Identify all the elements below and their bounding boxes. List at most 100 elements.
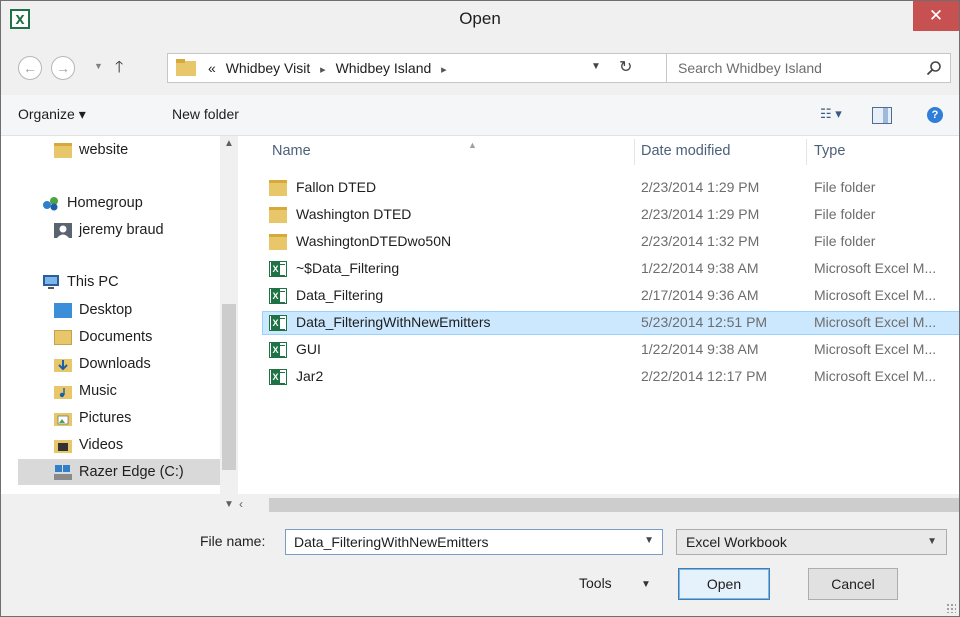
back-arrow-icon: ←: [23, 60, 37, 76]
address-bar[interactable]: « Whidbey Visit ▸ Whidbey Island ▸ ▼ ↻: [167, 53, 667, 83]
forward-arrow-icon: →: [56, 60, 70, 76]
scroll-up-icon[interactable]: ▲: [224, 138, 234, 149]
file-row[interactable]: WashingtonDTEDwo50N 2/23/2014 1:32 PM Fi…: [263, 230, 959, 254]
tools-dropdown-icon[interactable]: ▼: [641, 579, 651, 590]
homegroup-icon: [43, 196, 58, 210]
file-type: Microsoft Excel M...: [814, 368, 937, 384]
column-header-type[interactable]: Type: [814, 143, 845, 159]
file-name: ~$Data_Filtering: [296, 260, 400, 276]
new-folder-button[interactable]: New folder: [172, 106, 239, 122]
file-type: Microsoft Excel M...: [814, 287, 937, 303]
search-input[interactable]: Search Whidbey Island: [678, 60, 822, 76]
help-icon[interactable]: ?: [927, 107, 943, 123]
file-name: Jar2: [296, 368, 324, 384]
drive-icon: [54, 464, 72, 480]
nav-item-website[interactable]: website: [54, 138, 128, 162]
nav-item-downloads[interactable]: Downloads: [54, 352, 151, 376]
file-name: GUI: [296, 341, 321, 357]
nav-item-jeremy-braud[interactable]: jeremy braud: [54, 218, 164, 242]
search-box[interactable]: Search Whidbey Island: [666, 53, 951, 83]
search-icon[interactable]: [926, 60, 942, 76]
excel-file-icon: [269, 342, 287, 358]
nav-item-label: Music: [79, 383, 117, 399]
file-date: 5/23/2014 12:51 PM: [641, 314, 768, 330]
scroll-left-icon[interactable]: ‹: [239, 497, 243, 511]
nav-item-razer-edge[interactable]: Razer Edge (C:): [18, 459, 220, 485]
file-type: Microsoft Excel M...: [814, 260, 937, 276]
file-name: WashingtonDTEDwo50N: [296, 233, 452, 249]
file-name: Washington DTED: [296, 206, 412, 222]
cancel-button-label: Cancel: [831, 576, 875, 592]
file-type: File folder: [814, 179, 876, 195]
file-row[interactable]: ~$Data_Filtering 1/22/2014 9:38 AM Micro…: [263, 257, 959, 281]
scrollbar-thumb[interactable]: [269, 498, 959, 512]
file-name-input[interactable]: [292, 533, 636, 551]
back-button[interactable]: ←: [18, 56, 42, 80]
breadcrumb-item-whidbey-visit[interactable]: Whidbey Visit: [226, 60, 311, 76]
file-list-horizontal-scrollbar[interactable]: ‹: [237, 495, 959, 515]
breadcrumb-separator-icon[interactable]: ▸: [320, 64, 326, 76]
file-name-label: File name:: [200, 533, 266, 549]
column-header-name[interactable]: Name ▲: [272, 140, 477, 159]
nav-item-homegroup[interactable]: Homegroup: [42, 191, 143, 215]
file-date: 2/17/2014 9:36 AM: [641, 287, 759, 303]
chevron-down-icon[interactable]: ▼: [644, 535, 654, 546]
file-type: File folder: [814, 206, 876, 222]
nav-item-pictures[interactable]: Pictures: [54, 406, 131, 430]
nav-vertical-scrollbar[interactable]: ▲: [220, 136, 238, 508]
file-date: 2/23/2014 1:32 PM: [641, 233, 760, 249]
resize-grip-icon[interactable]: [946, 603, 956, 613]
nav-item-documents[interactable]: Documents: [54, 325, 152, 349]
nav-item-label: Documents: [79, 329, 153, 345]
up-button[interactable]: 🡑: [115, 56, 123, 83]
sort-ascending-icon: ▲: [468, 140, 477, 150]
file-type-value: Excel Workbook: [686, 534, 787, 550]
address-dropdown-icon[interactable]: ▼: [591, 61, 601, 72]
breadcrumb-item-whidbey-island[interactable]: Whidbey Island: [336, 60, 432, 76]
tools-menu[interactable]: Tools: [579, 575, 612, 591]
folder-icon: [269, 180, 287, 196]
file-date: 2/23/2014 1:29 PM: [641, 179, 760, 195]
nav-item-this-pc[interactable]: This PC: [42, 270, 119, 294]
cancel-button[interactable]: Cancel: [808, 568, 898, 600]
nav-item-label: Downloads: [79, 356, 151, 372]
excel-file-icon: [269, 261, 287, 277]
file-row[interactable]: GUI 1/22/2014 9:38 AM Microsoft Excel M.…: [263, 338, 959, 362]
preview-pane-icon[interactable]: [872, 107, 892, 124]
change-view-icon[interactable]: ☷ ▾: [820, 106, 842, 122]
excel-file-icon: [269, 288, 287, 304]
title-bar[interactable]: X Open ✕: [1, 1, 959, 37]
user-icon: [54, 222, 72, 238]
column-separator[interactable]: [634, 139, 635, 165]
scrollbar-thumb[interactable]: [222, 304, 236, 470]
file-row[interactable]: Fallon DTED 2/23/2014 1:29 PM File folde…: [263, 176, 959, 200]
column-header-date[interactable]: Date modified: [641, 143, 730, 159]
file-date: 1/22/2014 9:38 AM: [641, 341, 759, 357]
file-row[interactable]: Washington DTED 2/23/2014 1:29 PM File f…: [263, 203, 959, 227]
refresh-icon[interactable]: ↻: [619, 57, 632, 77]
command-bar: Organize ▾ New folder ☷ ▾ ?: [1, 95, 959, 136]
nav-item-desktop[interactable]: Desktop: [54, 298, 132, 322]
file-row[interactable]: Data_Filtering 2/17/2014 9:36 AM Microso…: [263, 284, 959, 308]
breadcrumb-overflow[interactable]: «: [208, 60, 216, 76]
file-date: 2/23/2014 1:29 PM: [641, 206, 760, 222]
file-name: Data_Filtering: [296, 287, 384, 303]
file-type-select[interactable]: Excel Workbook ▼: [676, 529, 947, 555]
close-button[interactable]: ✕: [913, 1, 959, 31]
column-separator[interactable]: [806, 139, 807, 165]
downloads-icon: [54, 358, 72, 372]
nav-item-videos[interactable]: Videos: [54, 433, 123, 457]
forward-button[interactable]: →: [51, 56, 75, 80]
recent-locations-dropdown[interactable]: ▼: [94, 61, 103, 71]
file-row[interactable]: Jar2 2/22/2014 12:17 PM Microsoft Excel …: [263, 365, 959, 389]
organize-menu[interactable]: Organize ▾: [18, 106, 86, 123]
breadcrumb-separator-icon[interactable]: ▸: [441, 64, 447, 76]
file-name-combo[interactable]: ▼: [285, 529, 663, 555]
file-list: Name ▲ Date modified Type Fallon DTED 2/…: [256, 136, 959, 494]
nav-item-music[interactable]: Music: [54, 379, 117, 403]
scroll-down-icon[interactable]: ▼: [220, 495, 238, 515]
chevron-down-icon: ▼: [927, 536, 937, 547]
open-button[interactable]: Open: [678, 568, 770, 600]
excel-file-icon: [269, 369, 287, 385]
file-row-selected[interactable]: Data_FilteringWithNewEmitters 5/23/2014 …: [262, 311, 959, 335]
